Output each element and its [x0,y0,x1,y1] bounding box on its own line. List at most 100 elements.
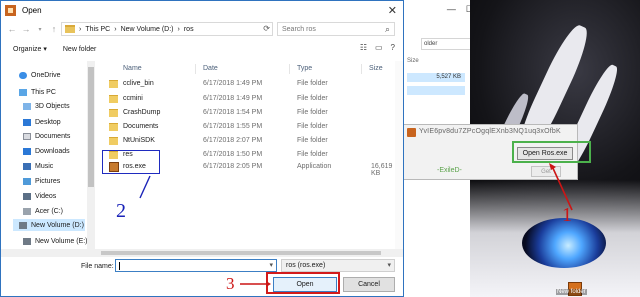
file-row[interactable]: cclive_bin 6/17/2018 1:49 PM File folder [101,79,401,90]
file-type-filter[interactable]: ros (ros.exe) ▾ [281,259,395,272]
scrollbar-thumb[interactable] [88,67,94,187]
file-name: CrashDump [123,109,161,116]
bg-selected-row [407,86,465,95]
preview-pane-icon[interactable]: ▭ [375,43,383,52]
file-type: File folder [297,95,328,102]
drive-icon [23,237,31,245]
chevron-down-icon[interactable]: ▾ [33,26,47,33]
nav-item-this-pc[interactable]: This PC [19,86,56,98]
back-arrow-icon[interactable]: ← [5,24,19,34]
file-row[interactable]: NtUniSDK 6/17/2018 2:07 PM File folder [101,136,401,147]
help-icon[interactable]: ? [391,43,395,52]
nav-item-desktop[interactable]: Desktop [23,116,61,128]
scrollbar-thumb[interactable] [101,251,381,255]
nav-item-new-volume-e[interactable]: New Volume (E:) [23,235,88,247]
search-placeholder: Search ros [282,26,316,33]
organize-button[interactable]: Organize ▾ [13,45,47,53]
file-date: 6/17/2018 1:50 PM [203,151,263,158]
dialog-titlebar: Open ✕ [1,1,403,19]
cancel-button[interactable]: Cancel [343,277,395,292]
nav-item-music[interactable]: Music [23,160,53,172]
annotation-highlight-ros-exe [102,150,160,174]
file-name: NtUniSDK [123,137,155,144]
ros-exile-label: -ExileD- [437,167,462,174]
breadcrumb-separator: › [79,25,82,33]
address-bar[interactable]: › This PC › New Volume (D:) › ros ⟳ [61,22,273,36]
text-caret [119,262,120,270]
breadcrumb-ros[interactable]: ros [184,26,194,33]
search-icon[interactable]: ⌕ [385,23,390,36]
up-arrow-icon[interactable]: ↑ [47,24,61,34]
file-name-label: File name: [81,263,114,270]
nav-item-videos[interactable]: Videos [23,190,56,202]
file-type: File folder [297,123,328,130]
forward-arrow-icon[interactable]: → [19,24,33,34]
drive-icon [23,207,31,215]
file-row[interactable]: CrashDump 6/17/2018 1:54 PM File folder [101,108,401,119]
command-toolbar: Organize ▾ New folder ☷ ▭ ? [1,41,403,57]
nav-item-label: This PC [31,88,56,96]
chevron-down-icon[interactable]: ▾ [269,261,273,269]
file-list-scrollbar[interactable] [395,61,403,257]
column-divider[interactable] [361,64,362,74]
ros-get-button[interactable]: Get [531,166,561,177]
column-header-type[interactable]: Type [297,65,312,72]
file-type: File folder [297,109,328,116]
file-name-input[interactable]: ▾ [115,259,277,272]
drive-icon [19,221,27,229]
app-icon [5,4,16,16]
close-icon[interactable]: ✕ [388,4,397,17]
file-type: File folder [297,151,328,158]
nav-item-label: Downloads [35,147,70,155]
nav-item-label: Acer (C:) [35,207,63,215]
ros-app-icon [407,128,416,137]
nav-item-label: Pictures [35,177,61,185]
bg-size-column-header[interactable]: Size [407,58,477,64]
column-divider[interactable] [289,64,290,74]
nav-item-acer-c[interactable]: Acer (C:) [23,205,63,217]
file-date: 6/17/2018 2:07 PM [203,137,263,144]
view-options-icon[interactable]: ☷ [360,43,367,52]
minimize-icon[interactable]: — [447,4,456,14]
nav-item-label: New Volume (D:) [31,221,84,229]
nav-item-label: OneDrive [31,71,61,79]
ros-dialog-title: YvIE6pv8du7ZPcOgqlEXnb3NQ1uq3xOfbK [419,128,561,135]
file-date: 6/17/2018 2:05 PM [203,163,263,170]
new-folder-button[interactable]: New folder [63,46,96,53]
file-row[interactable]: ccmini 6/17/2018 1:49 PM File folder [101,94,401,105]
file-date: 6/17/2018 1:54 PM [203,109,263,116]
nav-item-documents[interactable]: Documents [23,130,70,142]
folder-icon [109,95,118,103]
document-icon [23,132,31,140]
horizontal-scrollbar[interactable] [1,249,403,257]
file-name: Documents [123,123,159,130]
file-type: File folder [297,80,328,87]
column-divider[interactable] [195,64,196,74]
breadcrumb-separator: › [177,25,180,33]
navigation-scrollbar[interactable] [87,61,95,257]
column-header-size[interactable]: Size [369,65,383,72]
refresh-icon[interactable]: ⟳ [263,24,270,33]
dialog-title: Open [22,5,42,15]
nav-item-downloads[interactable]: Downloads [23,145,70,157]
bg-address-bar[interactable]: older [421,38,477,50]
search-input[interactable]: Search ros ⌕ [277,22,395,36]
chevron-down-icon[interactable]: ▾ [387,260,391,272]
nav-item-new-volume-d[interactable]: New Volume (D:) [13,219,85,231]
column-header-name[interactable]: Name [123,65,142,72]
nav-item-3d-objects[interactable]: 3D Objects [23,100,70,112]
desktop-icon-label[interactable]: New folder [556,289,587,295]
nav-item-onedrive[interactable]: OneDrive [19,69,61,81]
nav-item-pictures[interactable]: Pictures [23,175,60,187]
nav-item-label: Documents [35,132,71,140]
breadcrumb-this-pc[interactable]: This PC [85,26,110,33]
breadcrumb-new-volume[interactable]: New Volume (D:) [121,26,174,33]
navigation-bar: ← → ▾ ↑ › This PC › New Volume (D:) › ro… [1,21,403,37]
bg-window-titlebar: — ☐ [399,0,480,18]
annotation-step-1: 1 [562,204,572,226]
file-row[interactable]: Documents 6/17/2018 1:55 PM File folder [101,122,401,133]
file-date: 6/17/2018 1:55 PM [203,123,263,130]
annotation-step-3: 3 [226,274,235,293]
open-file-dialog: Open ✕ ← → ▾ ↑ › This PC › New Volume (D… [0,0,404,297]
column-header-date[interactable]: Date [203,65,218,72]
